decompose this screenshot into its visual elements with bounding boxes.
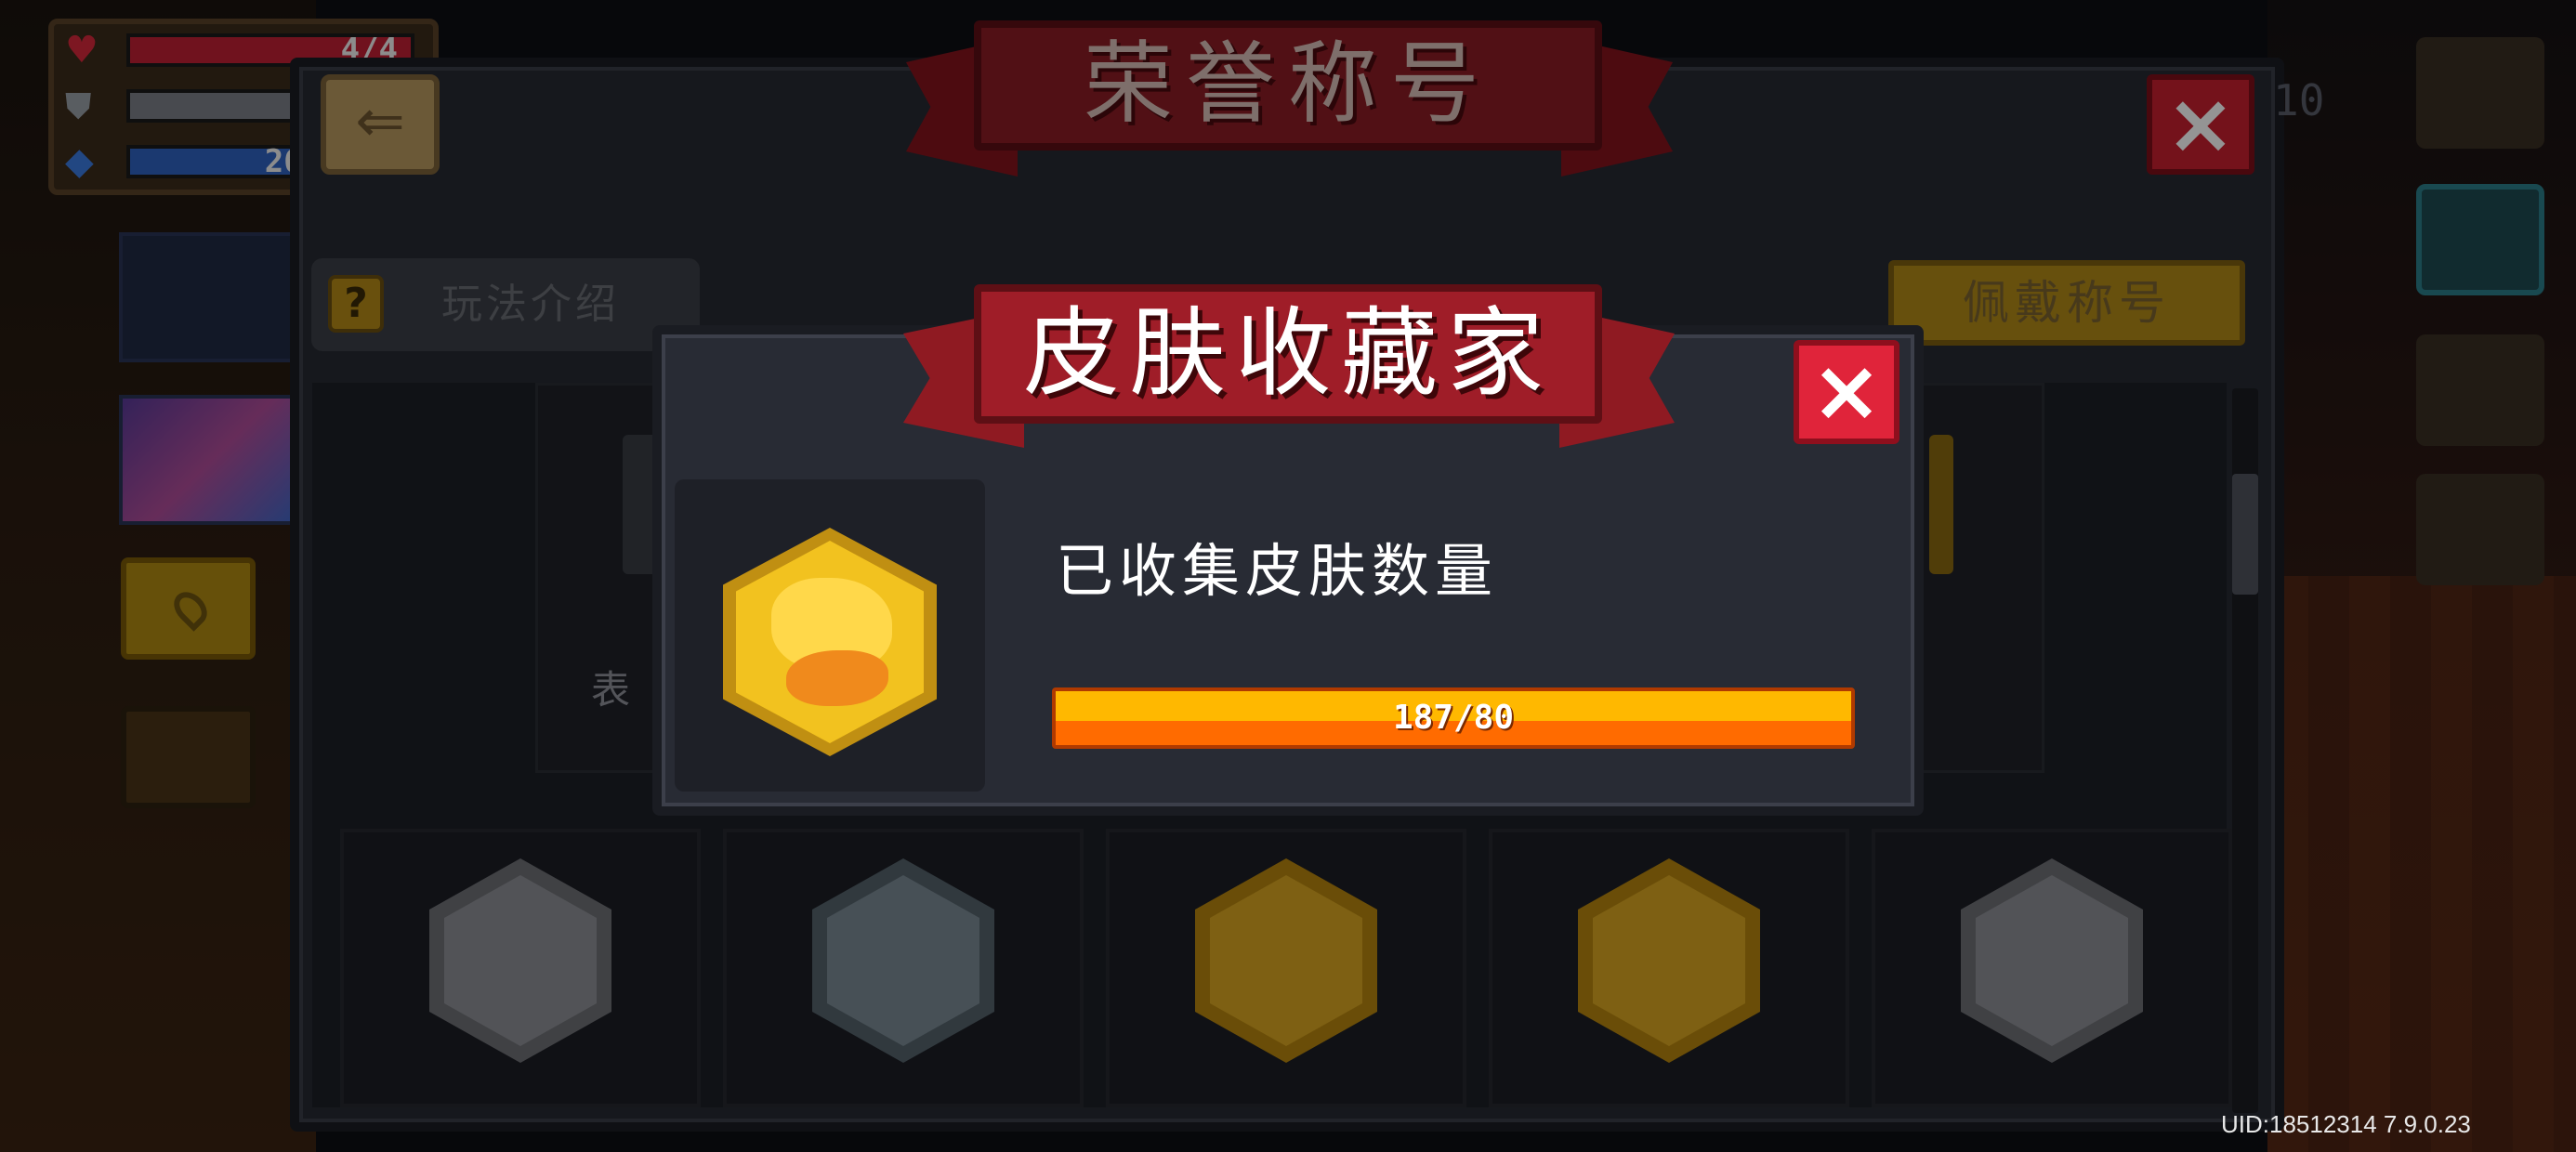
cloth-shadow <box>786 650 888 706</box>
popup-close-button[interactable]: × <box>1794 340 1899 444</box>
progress-text: 187/80 <box>1392 699 1515 737</box>
requirement-label: 已收集皮肤数量 <box>1056 537 1499 605</box>
uid-version-text: UID:18512314 7.9.0.23 <box>2221 1110 2471 1138</box>
popup-title-banner: 皮肤收藏家 <box>974 284 1602 424</box>
progress-bar: 187/80 <box>1052 687 1855 749</box>
